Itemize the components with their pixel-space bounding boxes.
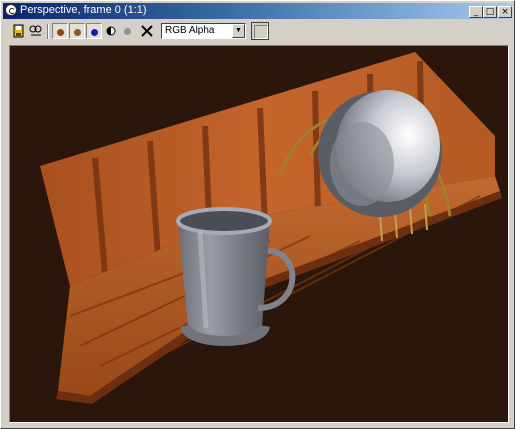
app-icon[interactable] (5, 4, 17, 16)
monochrome-button[interactable] (120, 23, 136, 39)
blue-channel-icon (91, 29, 98, 36)
channel-select-value: RGB Alpha (165, 25, 215, 36)
maximize-button[interactable]: □ (483, 6, 497, 18)
render-frame-window: Perspective, frame 0 (1:1) _ □ × RGB Alp… (0, 0, 515, 429)
save-image-button[interactable] (11, 23, 27, 39)
clear-button[interactable] (139, 23, 155, 39)
red-channel-button[interactable] (52, 23, 68, 39)
minimize-button[interactable]: _ (469, 6, 483, 18)
rendered-scene (40, 52, 502, 404)
monochrome-icon (124, 28, 131, 35)
toolbar: RGB Alpha ▼ (3, 21, 512, 41)
green-channel-icon (74, 29, 81, 36)
blue-channel-button[interactable] (86, 23, 102, 39)
background-color-swatch[interactable] (251, 22, 269, 40)
chevron-down-icon[interactable]: ▼ (232, 24, 245, 38)
green-channel-button[interactable] (69, 23, 85, 39)
alpha-channel-button[interactable] (103, 23, 119, 39)
plate (318, 90, 442, 217)
toolbar-separator (47, 24, 49, 39)
channel-select[interactable]: RGB Alpha ▼ (161, 23, 246, 39)
alpha-channel-icon (106, 26, 116, 36)
clear-icon (141, 25, 153, 37)
close-button[interactable]: × (498, 6, 512, 18)
save-image-icon (13, 24, 24, 38)
render-viewport (9, 45, 509, 423)
red-channel-icon (57, 29, 64, 36)
clone-window-icon (29, 25, 42, 36)
window-title: Perspective, frame 0 (1:1) (20, 4, 147, 16)
title-bar[interactable]: Perspective, frame 0 (1:1) _ □ × (3, 3, 512, 19)
clone-window-button[interactable] (28, 23, 44, 39)
